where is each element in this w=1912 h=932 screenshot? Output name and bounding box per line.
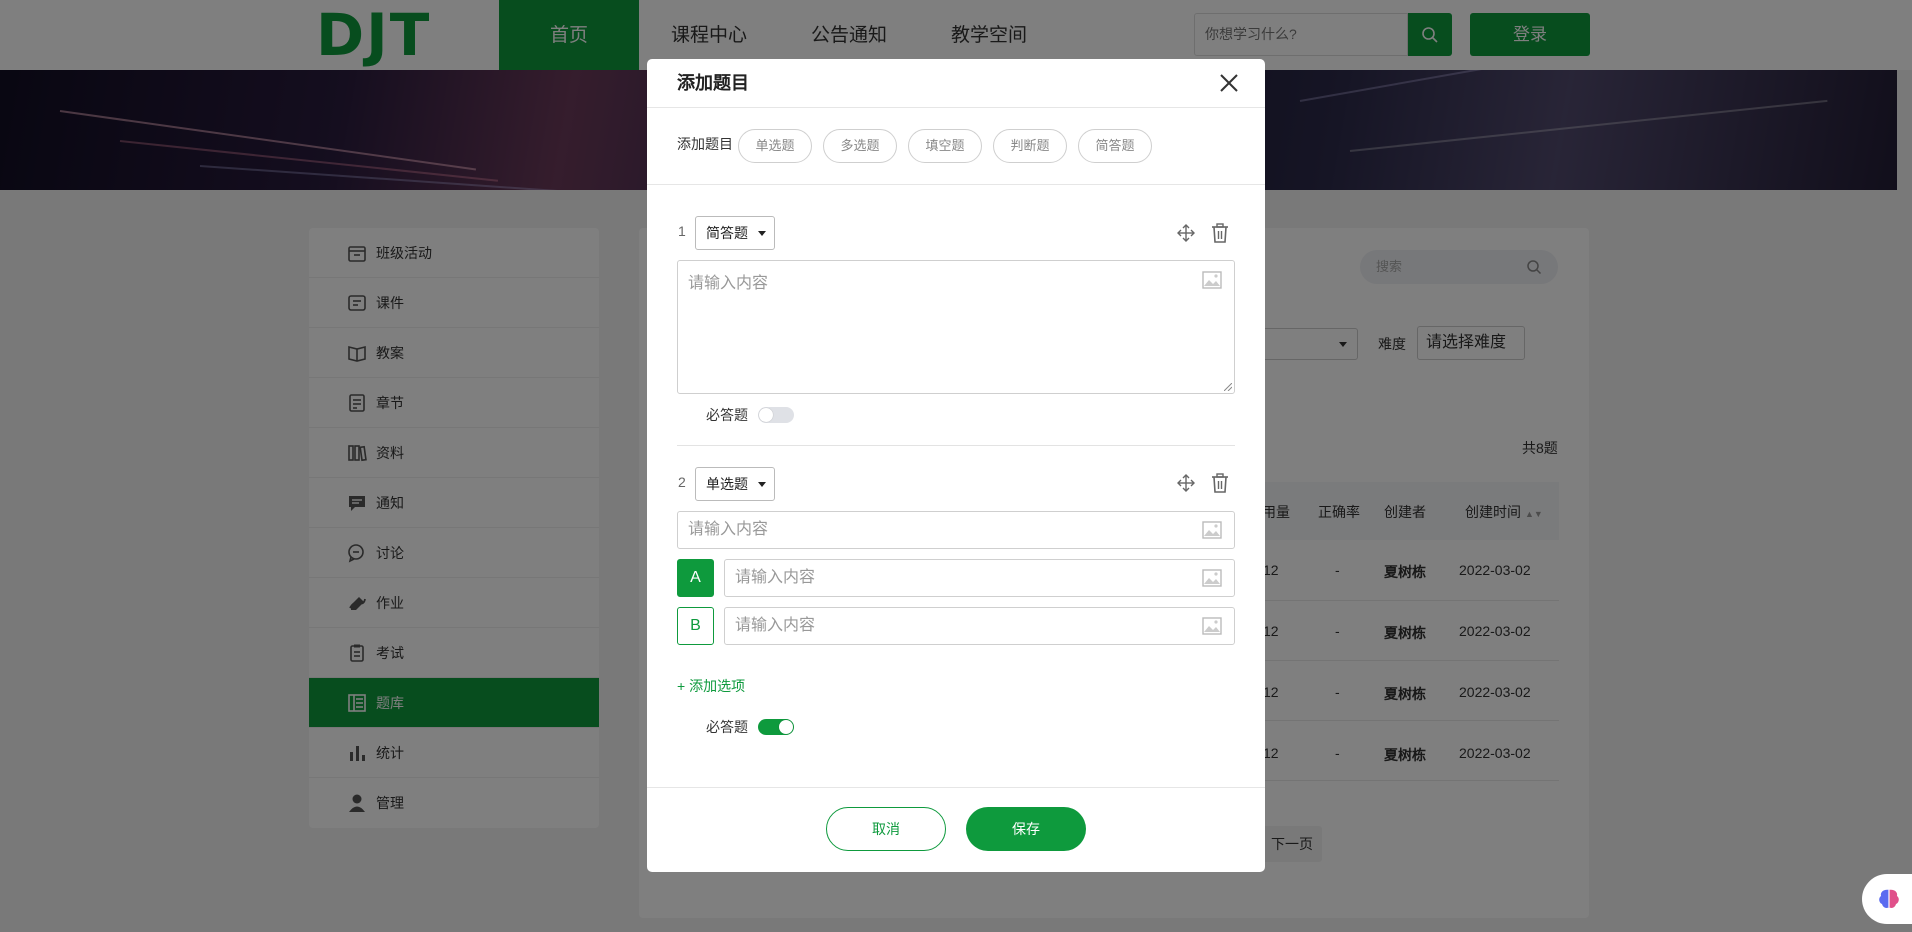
question-type-select[interactable]: 简答题 bbox=[695, 216, 775, 250]
add-question-modal: 添加题目 添加题目 单选题 多选题 填空题 判断题 简答题 1 简答题 请输入内… bbox=[647, 59, 1265, 872]
cancel-button[interactable]: 取消 bbox=[826, 807, 946, 851]
modal-title: 添加题目 bbox=[677, 73, 749, 93]
close-icon bbox=[1220, 74, 1238, 92]
question-number: 1 bbox=[678, 223, 686, 239]
option-a-marker[interactable]: A bbox=[677, 559, 714, 597]
drag-move-icon[interactable] bbox=[1176, 473, 1196, 493]
add-single-choice-button[interactable]: 单选题 bbox=[738, 129, 812, 163]
option-a-input[interactable]: 请输入内容 bbox=[724, 559, 1235, 597]
divider bbox=[647, 184, 1265, 185]
chevron-down-icon bbox=[758, 231, 766, 236]
required-label: 必答题 bbox=[706, 719, 748, 735]
image-upload-icon[interactable] bbox=[1202, 271, 1222, 289]
question-type-value: 单选题 bbox=[706, 476, 748, 492]
save-button[interactable]: 保存 bbox=[966, 807, 1086, 851]
add-multi-choice-button[interactable]: 多选题 bbox=[823, 129, 897, 163]
input-placeholder: 请输入内容 bbox=[735, 569, 816, 586]
question-content-textarea[interactable]: 请输入内容 bbox=[677, 260, 1235, 394]
brain-icon bbox=[1879, 889, 1899, 908]
add-fill-blank-button[interactable]: 填空题 bbox=[908, 129, 982, 163]
ai-assistant-button[interactable] bbox=[1862, 874, 1912, 924]
trash-icon[interactable] bbox=[1210, 472, 1230, 493]
required-toggle[interactable] bbox=[758, 719, 794, 735]
input-placeholder: 请输入内容 bbox=[735, 617, 816, 634]
chevron-down-icon bbox=[758, 482, 766, 487]
question-number: 2 bbox=[678, 474, 686, 490]
add-true-false-button[interactable]: 判断题 bbox=[993, 129, 1067, 163]
add-option-link[interactable]: + 添加选项 bbox=[677, 676, 745, 696]
textarea-placeholder: 请输入内容 bbox=[688, 275, 769, 292]
add-question-label: 添加题目 bbox=[677, 136, 733, 152]
input-placeholder: 请输入内容 bbox=[688, 521, 769, 538]
option-b-marker[interactable]: B bbox=[677, 607, 714, 645]
question-type-select[interactable]: 单选题 bbox=[695, 467, 775, 501]
toggle-knob bbox=[779, 720, 793, 734]
trash-icon[interactable] bbox=[1210, 222, 1230, 243]
close-button[interactable] bbox=[1216, 70, 1242, 96]
add-short-answer-button[interactable]: 简答题 bbox=[1078, 129, 1152, 163]
divider bbox=[647, 107, 1265, 108]
image-upload-icon[interactable] bbox=[1202, 617, 1222, 635]
question-stem-input[interactable]: 请输入内容 bbox=[677, 511, 1235, 549]
divider bbox=[647, 787, 1265, 788]
question-type-value: 简答题 bbox=[706, 225, 748, 241]
toggle-knob bbox=[759, 408, 773, 422]
drag-move-icon[interactable] bbox=[1176, 223, 1196, 243]
required-label: 必答题 bbox=[706, 407, 748, 423]
image-upload-icon[interactable] bbox=[1202, 521, 1222, 539]
option-b-input[interactable]: 请输入内容 bbox=[724, 607, 1235, 645]
image-upload-icon[interactable] bbox=[1202, 569, 1222, 587]
required-toggle[interactable] bbox=[758, 407, 794, 423]
divider bbox=[677, 445, 1235, 446]
resize-handle-icon[interactable] bbox=[1224, 383, 1232, 391]
